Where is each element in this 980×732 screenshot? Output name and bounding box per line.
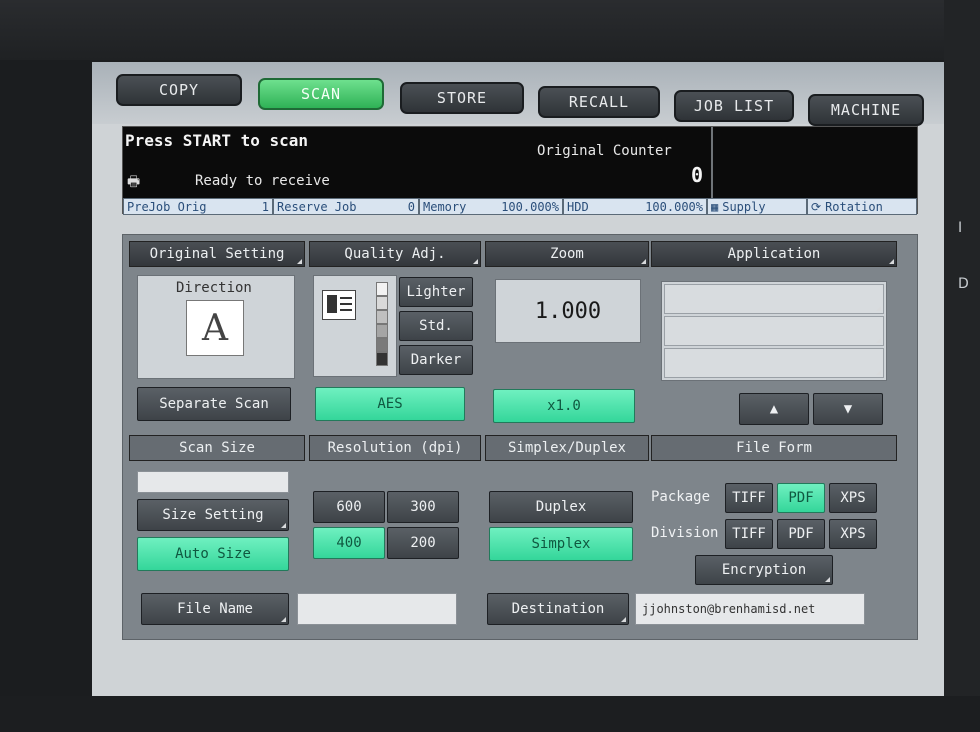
std-button[interactable]: Std. xyxy=(399,311,473,341)
application-list xyxy=(661,281,887,381)
tab-job-list[interactable]: JOB LIST xyxy=(674,90,794,122)
memory-label: Memory xyxy=(423,199,467,214)
package-label: Package xyxy=(651,489,711,505)
resolution-400-button[interactable]: 400 xyxy=(313,527,385,559)
status-divider xyxy=(711,127,713,199)
division-label: Division xyxy=(651,525,719,541)
status-bar: PreJob Orig 1 Reserve Job 0 Memory 100.0… xyxy=(123,198,917,215)
density-scale xyxy=(313,275,397,377)
prejob-orig-indicator: PreJob Orig 1 xyxy=(123,198,273,215)
memory-value: 100.000% xyxy=(501,199,559,214)
rotation-indicator[interactable]: ⟳ Rotation xyxy=(807,198,917,215)
encryption-button[interactable]: Encryption xyxy=(695,555,833,585)
size-setting-button[interactable]: Size Setting xyxy=(137,499,289,531)
tab-machine[interactable]: MACHINE xyxy=(808,94,924,126)
package-pdf-button[interactable]: PDF xyxy=(777,483,825,513)
application-button[interactable]: Application xyxy=(651,241,897,267)
side-label-1: I xyxy=(958,220,963,236)
destination-button[interactable]: Destination xyxy=(487,593,629,625)
scan-size-field xyxy=(137,471,289,493)
hdd-label: HDD xyxy=(567,199,589,214)
package-tiff-button[interactable]: TIFF xyxy=(725,483,773,513)
division-xps-button[interactable]: XPS xyxy=(829,519,877,549)
division-tiff-button[interactable]: TIFF xyxy=(725,519,773,549)
scan-settings-panel: Original Setting Direction A Separate Sc… xyxy=(122,234,918,640)
counter-label: Original Counter xyxy=(537,143,672,159)
reserve-job-indicator: Reserve Job 0 xyxy=(273,198,419,215)
tab-store[interactable]: STORE xyxy=(400,82,524,114)
document-icon xyxy=(322,290,356,320)
scan-size-header: Scan Size xyxy=(129,435,305,461)
direction-icon: A xyxy=(186,300,244,356)
zoom-x1-button[interactable]: x1.0 xyxy=(493,389,635,423)
reserve-job-value: 0 xyxy=(407,199,415,214)
auto-size-button[interactable]: Auto Size xyxy=(137,537,289,571)
zoom-button[interactable]: Zoom xyxy=(485,241,649,267)
scroll-down-button[interactable]: ▼ xyxy=(813,393,883,425)
package-xps-button[interactable]: XPS xyxy=(829,483,877,513)
zoom-value: 1.000 xyxy=(495,279,641,343)
monitor-bezel-bottom xyxy=(0,696,980,732)
supply-label: Supply xyxy=(722,199,766,214)
darker-button[interactable]: Darker xyxy=(399,345,473,375)
direction-box: Direction A xyxy=(137,275,295,379)
arrow-up-icon: ▲ xyxy=(769,401,779,417)
reserve-job-label: Reserve Job xyxy=(277,199,357,214)
tab-recall[interactable]: RECALL xyxy=(538,86,660,118)
lighter-button[interactable]: Lighter xyxy=(399,277,473,307)
aes-button[interactable]: AES xyxy=(315,387,465,421)
monitor-bezel-right: I D xyxy=(944,0,980,732)
resolution-300-button[interactable]: 300 xyxy=(387,491,459,523)
touch-screen: COPY SCAN STORE RECALL JOB LIST MACHINE … xyxy=(92,62,944,696)
quality-adj-button[interactable]: Quality Adj. xyxy=(309,241,481,267)
prejob-orig-value: 1 xyxy=(261,199,269,214)
hdd-indicator: HDD 100.000% xyxy=(563,198,707,215)
status-display: Press START to scan 🖶 Ready to receive O… xyxy=(122,126,918,215)
direction-label: Direction xyxy=(176,280,252,296)
tab-copy[interactable]: COPY xyxy=(116,74,242,106)
file-name-button[interactable]: File Name xyxy=(141,593,289,625)
file-name-field[interactable] xyxy=(297,593,457,625)
rotation-icon: ⟳ xyxy=(811,199,822,214)
ready-text: Ready to receive xyxy=(195,173,330,189)
prejob-orig-label: PreJob Orig xyxy=(127,199,207,214)
status-message: Press START to scan xyxy=(125,131,309,150)
side-label-2: D xyxy=(958,276,969,292)
hdd-value: 100.000% xyxy=(645,199,703,214)
tab-scan[interactable]: SCAN xyxy=(258,78,384,110)
division-pdf-button[interactable]: PDF xyxy=(777,519,825,549)
application-slot-1[interactable] xyxy=(664,284,884,314)
rotation-label: Rotation xyxy=(825,199,883,214)
printer-icon: 🖶 xyxy=(127,174,141,190)
destination-field[interactable]: jjohnston@brenhamisd.net xyxy=(635,593,865,625)
duplex-button[interactable]: Duplex xyxy=(489,491,633,523)
scroll-up-button[interactable]: ▲ xyxy=(739,393,809,425)
monitor-bezel-top xyxy=(0,0,980,60)
resolution-600-button[interactable]: 600 xyxy=(313,491,385,523)
resolution-200-button[interactable]: 200 xyxy=(387,527,459,559)
application-slot-2[interactable] xyxy=(664,316,884,346)
file-form-header: File Form xyxy=(651,435,897,461)
separate-scan-button[interactable]: Separate Scan xyxy=(137,387,291,421)
supply-indicator[interactable]: ▦ Supply xyxy=(707,198,807,215)
simplex-button[interactable]: Simplex xyxy=(489,527,633,561)
application-slot-3[interactable] xyxy=(664,348,884,378)
memory-indicator: Memory 100.000% xyxy=(419,198,563,215)
original-setting-button[interactable]: Original Setting xyxy=(129,241,305,267)
supply-icon: ▦ xyxy=(711,199,719,214)
counter-value: 0 xyxy=(691,163,704,187)
resolution-header: Resolution (dpi) xyxy=(309,435,481,461)
simplex-duplex-header: Simplex/Duplex xyxy=(485,435,649,461)
arrow-down-icon: ▼ xyxy=(843,401,853,417)
mode-tab-bar: COPY SCAN STORE RECALL JOB LIST MACHINE xyxy=(92,62,944,126)
